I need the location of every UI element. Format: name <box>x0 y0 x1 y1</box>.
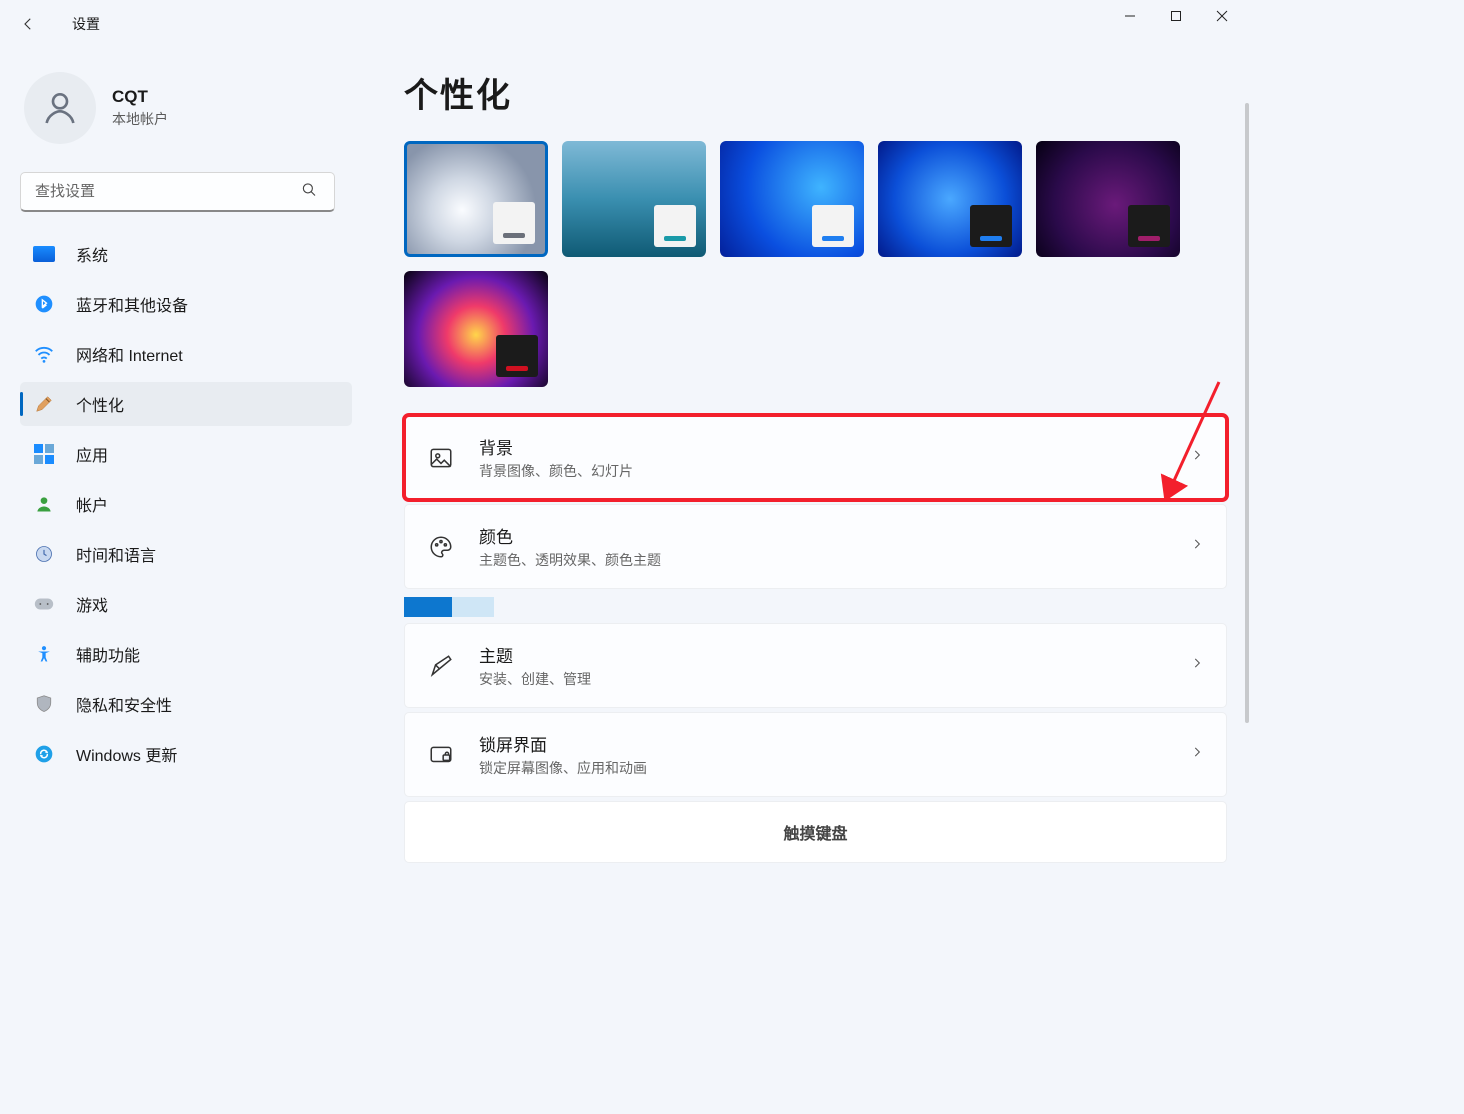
sidebar-item-label: 帐户 <box>76 492 108 516</box>
sidebar-item-label: 系统 <box>76 242 108 266</box>
theme-preview-0[interactable] <box>404 141 548 257</box>
theme-mini-preview <box>1128 205 1170 247</box>
background-icon <box>427 444 455 472</box>
theme-mini-preview <box>654 205 696 247</box>
update-icon <box>32 742 56 766</box>
card-subtitle: 锁定屏幕图像、应用和动画 <box>479 758 647 778</box>
system-icon <box>32 242 56 266</box>
obscured-region <box>404 597 504 619</box>
theme-preview-1[interactable] <box>562 141 706 257</box>
chevron-right-icon <box>1190 448 1204 467</box>
sidebar-item-system[interactable]: 系统 <box>20 232 352 276</box>
avatar <box>24 72 96 144</box>
theme-mini-preview <box>493 202 535 244</box>
theme-preview-5[interactable] <box>404 271 548 387</box>
chevron-right-icon <box>1190 656 1204 675</box>
sidebar-item-label: 个性化 <box>76 392 124 416</box>
profile-name: CQT <box>112 87 168 107</box>
accounts-icon <box>32 492 56 516</box>
lockscreen-icon <box>427 741 455 769</box>
card-title: 背景 <box>479 434 633 459</box>
personalization-icon <box>32 392 56 416</box>
sidebar-item-label: 游戏 <box>76 592 108 616</box>
sidebar-item-accessibility[interactable]: 辅助功能 <box>20 632 352 676</box>
apps-icon <box>32 442 56 466</box>
maximize-button[interactable] <box>1153 0 1199 32</box>
page-title: 个性化 <box>404 68 1227 117</box>
sidebar-item-label: 时间和语言 <box>76 542 156 566</box>
search-input[interactable] <box>20 172 335 212</box>
colors-icon <box>427 533 455 561</box>
card-title: 主题 <box>479 642 591 667</box>
theme-mini-preview <box>970 205 1012 247</box>
sidebar-item-label: 蓝牙和其他设备 <box>76 292 188 316</box>
settings-card-colors[interactable]: 颜色主题色、透明效果、颜色主题 <box>404 504 1227 589</box>
scrollbar[interactable] <box>1245 103 1249 723</box>
card-subtitle: 主题色、透明效果、颜色主题 <box>479 550 661 570</box>
chevron-right-icon <box>1190 537 1204 556</box>
settings-card-themes[interactable]: 主题安装、创建、管理 <box>404 623 1227 708</box>
accessibility-icon <box>32 642 56 666</box>
sidebar-item-apps[interactable]: 应用 <box>20 432 352 476</box>
sidebar-item-update[interactable]: Windows 更新 <box>20 732 352 776</box>
time-icon <box>32 542 56 566</box>
sidebar-item-personalization[interactable]: 个性化 <box>20 382 352 426</box>
card-title: 锁屏界面 <box>479 731 647 756</box>
sidebar-item-label: 辅助功能 <box>76 642 140 666</box>
profile-sub: 本地帐户 <box>112 109 168 129</box>
card-subtitle: 安装、创建、管理 <box>479 669 591 689</box>
search-box[interactable] <box>20 172 352 212</box>
sidebar-item-label: 应用 <box>76 442 108 466</box>
settings-card-touch-keyboard[interactable]: 触摸键盘 <box>404 801 1227 863</box>
settings-card-lockscreen[interactable]: 锁屏界面锁定屏幕图像、应用和动画 <box>404 712 1227 797</box>
close-button[interactable] <box>1199 0 1245 32</box>
back-button[interactable] <box>8 4 48 44</box>
window-title: 设置 <box>72 14 100 34</box>
card-title: 颜色 <box>479 523 661 548</box>
sidebar-item-label: 网络和 Internet <box>76 342 183 366</box>
sidebar-item-time[interactable]: 时间和语言 <box>20 532 352 576</box>
card-subtitle: 背景图像、颜色、幻灯片 <box>479 461 633 481</box>
network-icon <box>32 342 56 366</box>
gaming-icon <box>32 592 56 616</box>
sidebar-item-accounts[interactable]: 帐户 <box>20 482 352 526</box>
bluetooth-icon <box>32 292 56 316</box>
theme-preview-4[interactable] <box>1036 141 1180 257</box>
theme-mini-preview <box>496 335 538 377</box>
minimize-button[interactable] <box>1107 0 1153 32</box>
theme-preview-2[interactable] <box>720 141 864 257</box>
sidebar-item-label: Windows 更新 <box>76 742 177 766</box>
sidebar-item-bluetooth[interactable]: 蓝牙和其他设备 <box>20 282 352 326</box>
theme-mini-preview <box>812 205 854 247</box>
chevron-right-icon <box>1190 745 1204 764</box>
settings-card-background[interactable]: 背景背景图像、颜色、幻灯片 <box>404 415 1227 500</box>
sidebar-item-network[interactable]: 网络和 Internet <box>20 332 352 376</box>
search-icon <box>300 181 318 204</box>
profile-block[interactable]: CQT 本地帐户 <box>20 64 352 172</box>
privacy-icon <box>32 692 56 716</box>
sidebar-item-gaming[interactable]: 游戏 <box>20 582 352 626</box>
themes-icon <box>427 652 455 680</box>
sidebar-item-privacy[interactable]: 隐私和安全性 <box>20 682 352 726</box>
sidebar-item-label: 隐私和安全性 <box>76 692 172 716</box>
theme-preview-3[interactable] <box>878 141 1022 257</box>
